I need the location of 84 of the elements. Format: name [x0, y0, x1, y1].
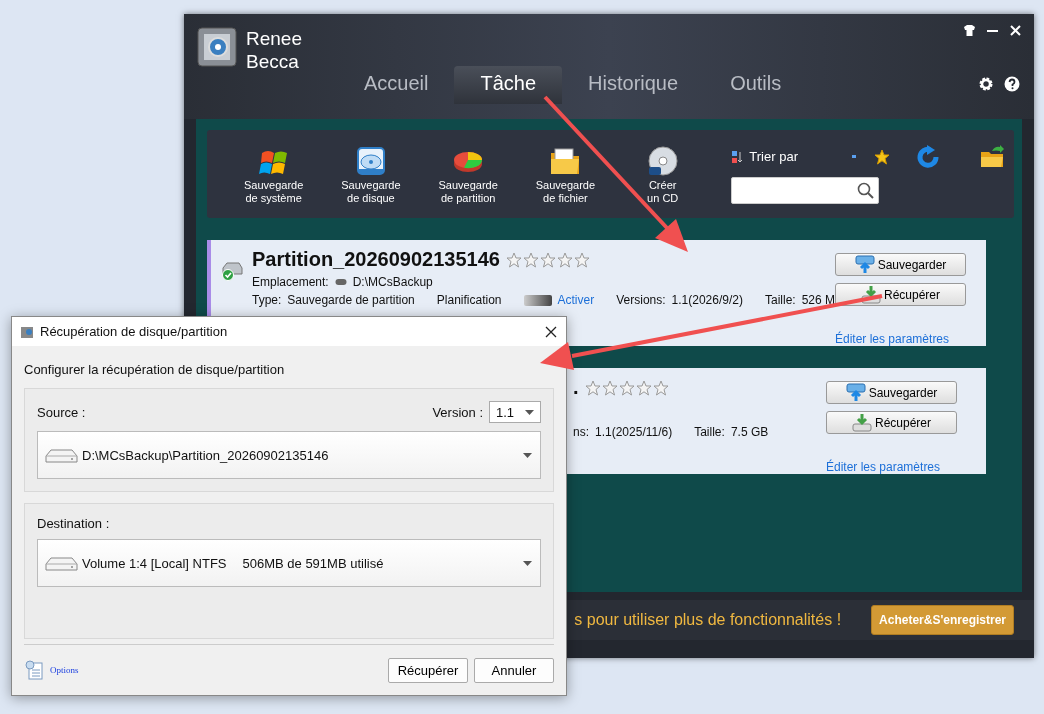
type-value: Sauvegarde de partition	[287, 293, 415, 307]
action-button[interactable]: Récupérer	[826, 411, 957, 434]
dialog-heading: Configurer la récupération de disque/partition	[24, 362, 286, 377]
backup-title: Partition_20260902135146	[252, 248, 500, 271]
size-label: Taille:	[764, 293, 796, 307]
backup-title: .	[573, 376, 579, 399]
dialog-title: Récupération de disque/partition	[40, 324, 229, 339]
dialog-button[interactable]: Récupérer	[388, 657, 468, 683]
version-label: Version :	[432, 404, 483, 420]
size-value: 526 M	[801, 293, 835, 307]
versions-label: Versions:	[616, 293, 666, 307]
shirt-icon[interactable]	[963, 24, 976, 37]
star-icon[interactable]	[522, 251, 539, 268]
toolbar-button[interactable]: Sauvegarde de disque	[322, 145, 420, 205]
destination-label: Destination :	[37, 516, 111, 531]
source-label: Source :	[37, 404, 86, 420]
star-rating[interactable]	[584, 379, 669, 396]
nav-tab[interactable]: Tâche	[454, 66, 563, 104]
star-icon[interactable]	[556, 251, 573, 268]
toolbar-button[interactable]: Sauvegarde de système	[225, 145, 323, 205]
dialog-button[interactable]: Annuler	[474, 657, 554, 683]
star-icon[interactable]	[573, 251, 590, 268]
search-icon[interactable]	[857, 181, 875, 199]
toolbar-button[interactable]: Sauvegarde de partition	[419, 145, 517, 205]
document-icon[interactable]	[24, 659, 44, 681]
versions-value: 1.1(2025/11/6)	[595, 425, 673, 439]
upload-icon	[845, 383, 866, 402]
safe-logo-icon	[196, 26, 238, 68]
star-icon[interactable]	[584, 379, 601, 396]
search-field[interactable]	[731, 176, 880, 204]
download-icon	[861, 285, 881, 304]
version-dropdown[interactable]: 1.1	[489, 401, 541, 423]
folder-icon	[549, 145, 582, 177]
toolbar-button[interactable]: Créer un CD	[614, 145, 712, 205]
star-icon[interactable]	[601, 379, 618, 396]
nav-tab[interactable]: Accueil	[338, 66, 455, 104]
safe-icon	[20, 324, 34, 339]
help-icon[interactable]	[1004, 76, 1020, 92]
settings-icon[interactable]	[978, 76, 994, 92]
star-icon[interactable]	[618, 379, 635, 396]
versions-value: 1.1(2026/9/2)	[671, 293, 743, 307]
cd-icon	[646, 145, 679, 177]
drive-icon	[334, 278, 347, 286]
drive-icon	[44, 446, 78, 464]
download-icon	[852, 413, 872, 432]
star-rating[interactable]	[505, 251, 590, 268]
location-label: Emplacement:	[252, 275, 329, 289]
nav-tab[interactable]: Outils	[704, 66, 808, 104]
location-value: D:\MCsBackup	[352, 275, 433, 289]
sort-label[interactable]: Trier par	[749, 149, 798, 164]
star-icon[interactable]	[635, 379, 652, 396]
star-icon[interactable]	[539, 251, 556, 268]
action-button[interactable]: Sauvegarder	[835, 253, 966, 276]
destination-dropdown[interactable]: Volume 1:4 [Local] NTFS 506MB de 591MB utilisé	[37, 539, 541, 587]
edit-settings-link[interactable]: Éditer les paramètres	[826, 460, 986, 474]
activate-link[interactable]: Activer	[557, 293, 595, 307]
upload-icon	[854, 255, 875, 274]
folder-icon[interactable]	[979, 144, 1004, 169]
star-icon[interactable]	[652, 379, 669, 396]
caret-icon	[525, 409, 534, 415]
nav-tab[interactable]: Historique	[562, 66, 705, 104]
drive-icon	[44, 554, 78, 572]
schedule-label: Planification	[436, 293, 502, 307]
sort-icon[interactable]	[731, 149, 744, 164]
promo-message: s pour utiliser plus de fonctionnalités !	[574, 611, 842, 629]
size-label: Taille:	[694, 425, 725, 439]
source-dropdown[interactable]: D:\MCsBackup\Partition_20260902135146	[37, 431, 541, 479]
type-label: Type:	[252, 293, 282, 307]
versions-label: ns:	[573, 425, 589, 439]
size-value: 7.5 GB	[730, 425, 769, 439]
action-button[interactable]: Récupérer	[835, 283, 966, 306]
caret-icon	[523, 452, 532, 458]
action-button[interactable]: Sauvegarder	[826, 381, 957, 404]
options-link[interactable]: Options	[50, 665, 79, 675]
star-icon[interactable]	[873, 148, 890, 165]
caret-icon	[523, 560, 532, 566]
toolbar-button[interactable]: Sauvegarde de fichier	[516, 145, 615, 205]
schedule-toggle[interactable]	[523, 294, 552, 306]
disk-check-icon	[221, 260, 244, 281]
edit-settings-link[interactable]: Éditer les paramètres	[835, 332, 986, 346]
close-icon[interactable]	[544, 324, 558, 339]
star-icon[interactable]	[505, 251, 522, 268]
refresh-icon[interactable]	[915, 144, 940, 169]
app-title: Renee Becca	[246, 27, 302, 73]
